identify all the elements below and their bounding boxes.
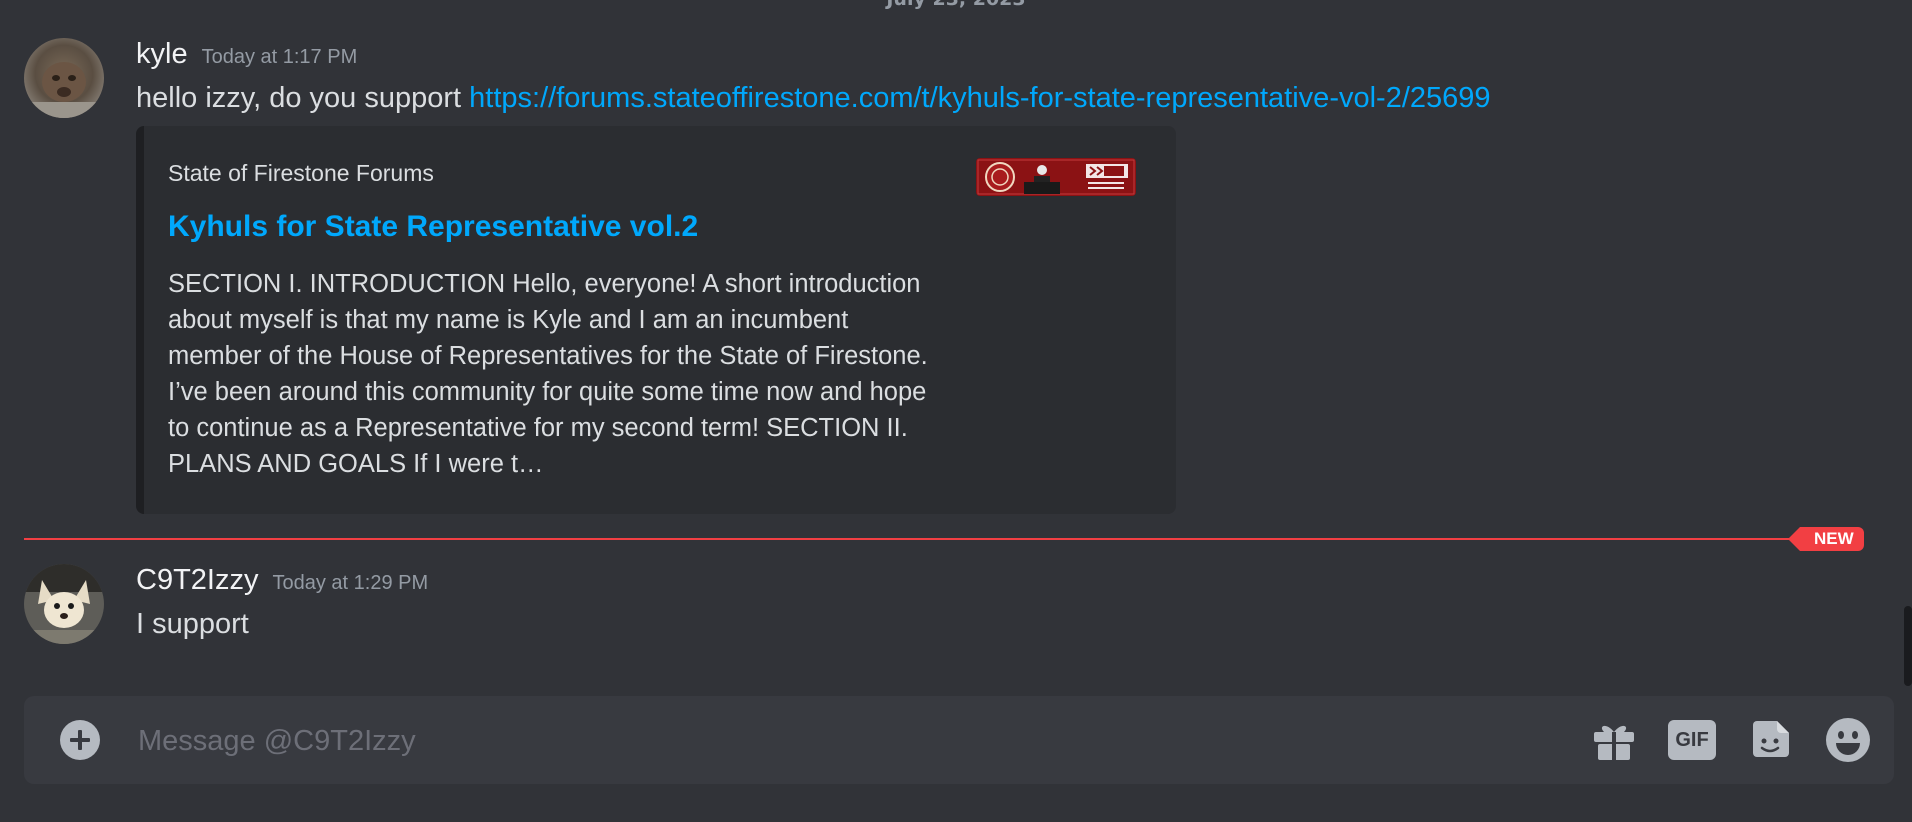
- embed-provider[interactable]: State of Firestone Forums: [168, 160, 434, 187]
- plus-circle-icon: [60, 720, 100, 760]
- message-timestamp[interactable]: Today at 1:29 PM: [272, 572, 428, 594]
- username[interactable]: kyle: [136, 38, 188, 70]
- attach-button[interactable]: [56, 716, 104, 764]
- gift-icon: [1594, 725, 1634, 760]
- new-messages-divider: [24, 538, 1864, 540]
- gift-button[interactable]: [1590, 716, 1638, 764]
- embed-description: SECTION I. INTRODUCTION Hello, everyone!…: [168, 270, 928, 478]
- emoji-button[interactable]: [1824, 716, 1872, 764]
- emoji-icon: [1826, 718, 1870, 762]
- username[interactable]: C9T2Izzy: [136, 564, 258, 596]
- message-c9t2izzy[interactable]: C9T2Izzy Today at 1:29 PM I support: [0, 560, 1890, 660]
- message-content: I support: [136, 608, 249, 641]
- user-avatar[interactable]: [24, 38, 104, 118]
- dm-chat-window: July 23, 2023 kyleToday a: [0, 0, 1912, 822]
- new-messages-badge: NEW: [1788, 527, 1864, 551]
- message-header: kyle Today at 1:17 PM: [136, 38, 357, 71]
- message-link[interactable]: https://forums.stateoffirestone.com/t/ky…: [469, 82, 1490, 114]
- link-embed: State of Firestone Forums Kyhuls for Sta…: [136, 126, 1176, 514]
- gif-button[interactable]: GIF: [1668, 716, 1716, 764]
- dog-avatar-photo-icon: [24, 564, 104, 644]
- message-text: hello izzy, do you support: [136, 82, 470, 114]
- user-avatar-photo-icon: [24, 38, 104, 118]
- user-avatar[interactable]: [24, 564, 104, 644]
- message-timestamp[interactable]: Today at 1:17 PM: [202, 46, 358, 68]
- message-composer: GIF: [24, 696, 1894, 786]
- sticker-icon: [1753, 721, 1789, 757]
- message-input[interactable]: [136, 696, 1570, 786]
- message-kyle[interactable]: kyle Today at 1:17 PM hello izzy, do you …: [0, 0, 1890, 520]
- embed-thumbnail[interactable]: [976, 158, 1136, 196]
- gif-label: GIF: [1668, 720, 1716, 760]
- message-text: I support: [136, 608, 249, 640]
- campaign-banner-image-icon: [976, 158, 1136, 196]
- message-content: hello izzy, do you support https://forum…: [136, 82, 1491, 115]
- scrollbar-thumb[interactable]: [1904, 606, 1912, 686]
- embed-title[interactable]: Kyhuls for State Representative vol.2: [168, 210, 698, 244]
- sticker-button[interactable]: [1746, 716, 1794, 764]
- message-header: C9T2Izzy Today at 1:29 PM: [136, 564, 428, 597]
